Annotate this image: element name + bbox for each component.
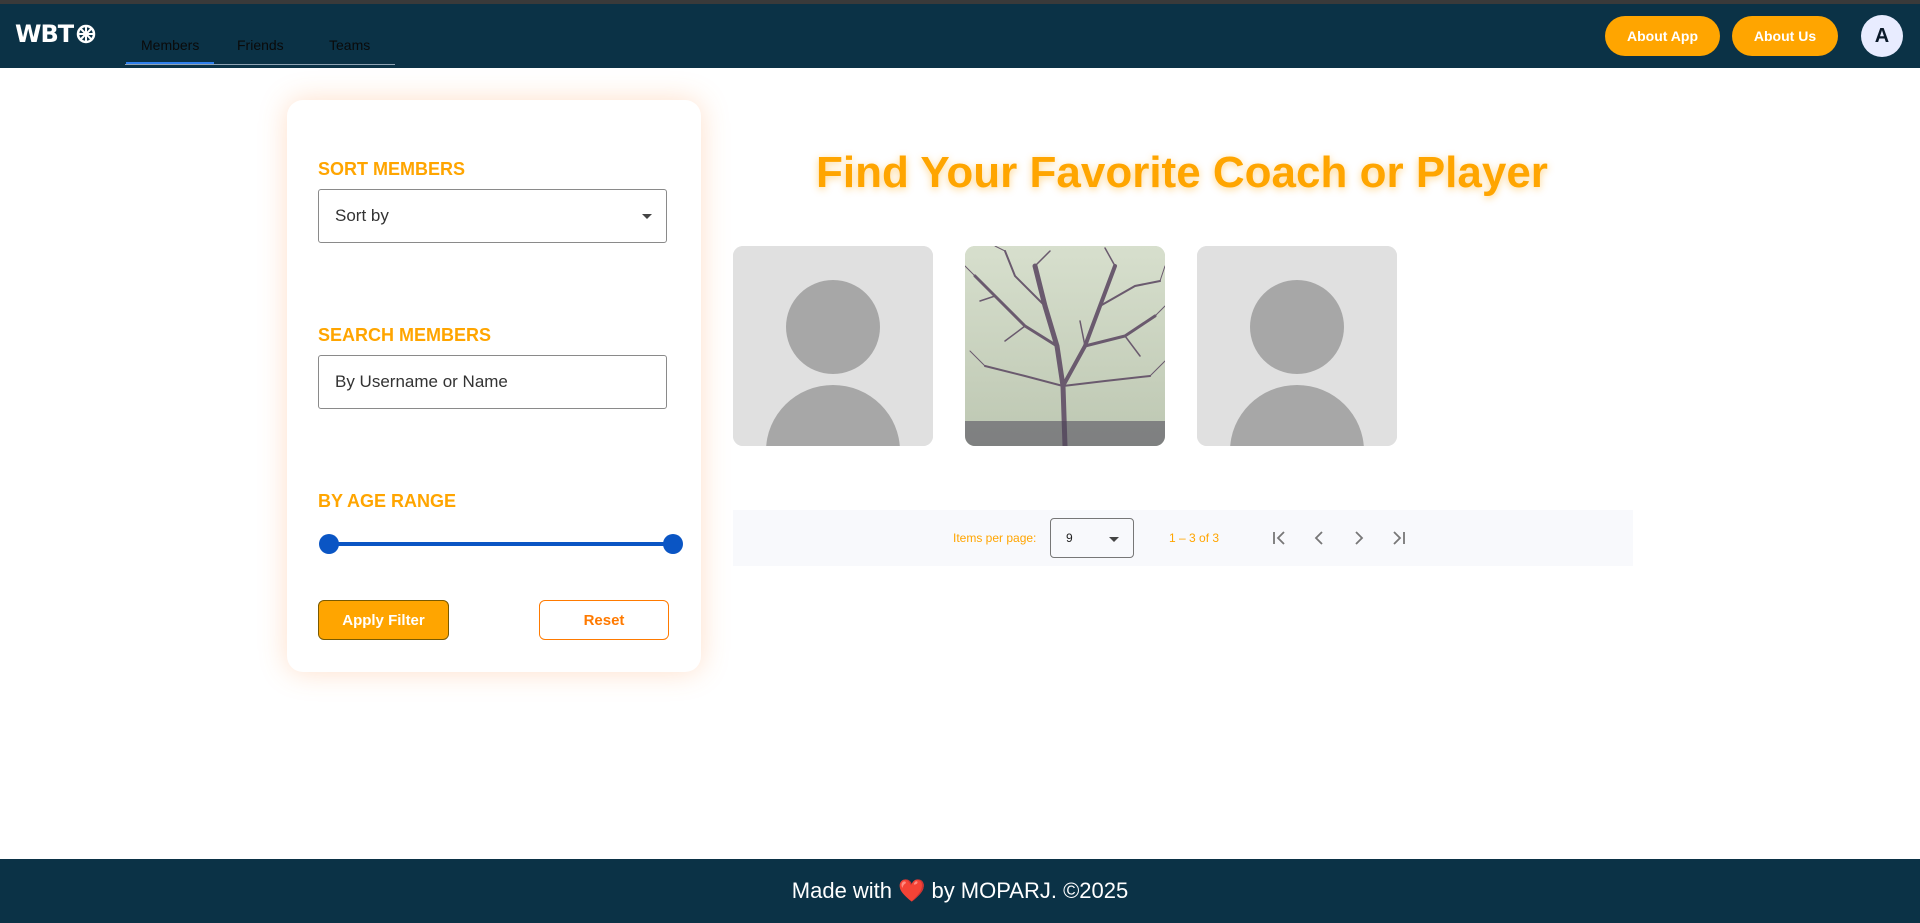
member-card[interactable] [733, 246, 933, 446]
member-card[interactable] [965, 246, 1165, 446]
age-range-slider[interactable] [329, 542, 673, 546]
tab-members[interactable]: Members [125, 37, 215, 64]
nav-tabs: Members Friends Teams [125, 28, 395, 65]
dropdown-caret-icon [1109, 537, 1119, 542]
sort-select[interactable]: Sort by [318, 189, 667, 243]
default-avatar-icon [1197, 246, 1397, 446]
last-page-icon[interactable] [1387, 526, 1411, 550]
range-label: 1 – 3 of 3 [1169, 531, 1220, 545]
about-us-button[interactable]: About Us [1732, 16, 1838, 56]
apply-filter-button[interactable]: Apply Filter [318, 600, 449, 640]
previous-page-icon[interactable] [1307, 526, 1331, 550]
footer: Made with ❤️ by MOPARJ. ©2025 [0, 859, 1920, 923]
heart-icon: ❤️ [898, 878, 926, 903]
brand-name: WBT [15, 20, 74, 48]
default-avatar-icon [733, 246, 933, 446]
search-members-title: SEARCH MEMBERS [318, 325, 492, 345]
paginator: Items per page: 9 1 – 3 of 3 [733, 510, 1633, 566]
tab-friends[interactable]: Friends [237, 37, 284, 53]
sort-select-value: Sort by [335, 206, 389, 225]
footer-made-with: Made with [791, 878, 893, 903]
items-per-page-value: 9 [1066, 531, 1073, 545]
filter-panel: SORT MEMBERS Sort by SEARCH MEMBERS By U… [287, 100, 701, 672]
reset-button[interactable]: Reset [539, 600, 669, 640]
tree-photo [965, 246, 1165, 446]
search-input-placeholder: By Username or Name [335, 372, 508, 391]
items-per-page-label: Items per page: [953, 531, 1037, 545]
member-card[interactable] [1197, 246, 1397, 446]
dropdown-caret-icon [642, 214, 652, 219]
items-per-page-select[interactable]: 9 [1050, 518, 1134, 558]
next-page-icon[interactable] [1347, 526, 1371, 550]
first-page-icon[interactable] [1267, 526, 1291, 550]
avatar[interactable]: A [1861, 15, 1903, 57]
page-title: Find Your Favorite Coach or Player [816, 148, 1548, 197]
sort-members-title: SORT MEMBERS [318, 159, 466, 179]
footer-credit: by MOPARJ. ©2025 [931, 878, 1129, 903]
brand-logo[interactable]: WBT [15, 20, 96, 48]
tab-teams[interactable]: Teams [329, 37, 370, 53]
top-navbar: WBT Members Friends Teams About App Abou… [0, 4, 1920, 68]
age-min-handle[interactable] [319, 534, 339, 554]
basketball-icon [76, 24, 96, 44]
about-app-button[interactable]: About App [1605, 16, 1720, 56]
age-range-title: BY AGE RANGE [318, 491, 457, 511]
search-input[interactable]: By Username or Name [318, 355, 667, 409]
age-max-handle[interactable] [663, 534, 683, 554]
